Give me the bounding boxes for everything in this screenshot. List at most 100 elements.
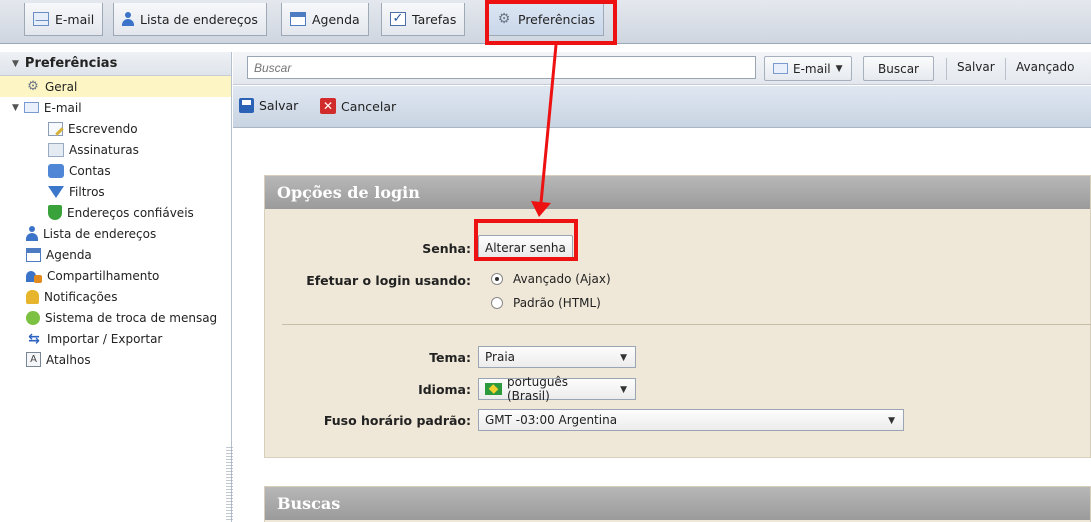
sidebar-item-mensagens[interactable]: Sistema de troca de mensag [0,307,231,328]
tab-label: Lista de endereços [140,11,258,27]
chevron-down-icon: ▼ [888,416,895,426]
sidebar-item-label: Agenda [46,247,92,262]
login-using-label: Efetuar o login usando: [306,273,471,288]
sidebar-item-label: Contas [69,163,111,178]
sidebar-item-label: Geral [45,79,78,94]
sidebar-item-label: Escrevendo [68,121,138,136]
toolbar-divider [1005,58,1006,80]
section-divider [282,324,1091,325]
radio-label: Padrão (HTML) [513,296,601,310]
calendar-icon [290,12,306,26]
sidebar-item-atalhos[interactable]: A Atalhos [0,349,231,370]
sidebar-item-escrevendo[interactable]: Escrevendo [0,118,231,139]
radio-advanced-ajax[interactable]: Avançado (Ajax) [491,272,611,286]
theme-select[interactable]: Praia ▼ [478,346,636,368]
collapse-triangle-icon[interactable]: ▼ [12,59,19,69]
person-icon [122,12,134,26]
sidebar-item-enderecos-confiaveis[interactable]: Endereços confiáveis [0,202,231,223]
sidebar-item-geral[interactable]: ⚙ Geral [0,76,231,97]
change-password-button[interactable]: Alterar senha [478,235,573,260]
tab-address-book[interactable]: Lista de endereços [113,3,267,36]
sidebar-item-label: Lista de endereços [43,226,157,241]
radio-label: Avançado (Ajax) [513,272,611,286]
shield-icon [48,205,62,220]
mail-icon [33,12,49,26]
login-options-section: Opções de login Senha: Alterar senha Efe… [264,175,1091,458]
chevron-down-icon: ▼ [620,385,627,395]
save-icon [239,98,254,113]
theme-value: Praia [485,350,515,364]
sidebar-item-lista-de-enderecos[interactable]: Lista de endereços [0,223,231,244]
sidebar-item-label: Endereços confiáveis [67,205,194,220]
app-window: E-mail Lista de endereços Agenda ✓ Taref… [0,0,1091,522]
save-search-link[interactable]: Salvar [957,60,995,74]
theme-label: Tema: [429,350,471,365]
preferences-sidebar: ▼ Preferências ⚙ Geral ▼ E-mail Escreven… [0,52,232,522]
gear-icon: ⚙ [497,11,511,27]
cancel-button[interactable]: ✕ Cancelar [320,98,396,114]
advanced-search-link[interactable]: Avançado [1016,60,1074,74]
cancel-icon: ✕ [320,98,336,114]
gear-icon: ⚙ [27,79,39,94]
chevron-down-icon: ▼ [620,353,627,363]
radio-button[interactable] [491,297,503,309]
search-button[interactable]: Buscar [863,56,934,81]
sidebar-header[interactable]: ▼ Preferências [0,52,231,76]
language-value: português (Brasil) [507,375,569,403]
tab-preferences[interactable]: ⚙ Preferências [487,3,604,36]
keyboard-icon: A [26,352,41,367]
sidebar-item-assinaturas[interactable]: Assinaturas [0,139,231,160]
search-scope-dropdown[interactable]: E-mail ▼ [764,56,852,81]
accounts-icon [48,163,64,178]
tab-label: E-mail [55,11,95,27]
search-button-label: Buscar [878,61,919,76]
tab-email[interactable]: E-mail [24,3,104,36]
sidebar-item-label: Filtros [69,184,105,199]
import-export-icon: ⇆ [28,330,40,347]
timezone-label: Fuso horário padrão: [323,413,471,428]
language-select[interactable]: português (Brasil) ▼ [478,375,636,403]
sidebar-item-importar-exportar[interactable]: ⇆ Importar / Exportar [0,328,231,349]
brazil-flag-icon [485,383,502,395]
sidebar-item-notificacoes[interactable]: Notificações [0,286,231,307]
preferences-content: Opções de login Senha: Alterar senha Efe… [233,129,1091,522]
sidebar-item-label: Compartilhamento [47,268,160,283]
change-password-label: Alterar senha [485,240,566,255]
timezone-select[interactable]: GMT -03:00 Argentina ▼ [478,409,904,431]
tab-calendar[interactable]: Agenda [281,3,369,36]
sidebar-item-email[interactable]: ▼ E-mail [0,97,231,118]
section-title: Buscas [265,487,1090,520]
timezone-value: GMT -03:00 Argentina [485,413,618,427]
sidebar-item-agenda[interactable]: Agenda [0,244,231,265]
compose-icon [48,121,63,136]
sidebar-title: Preferências [24,56,118,71]
chevron-down-icon: ▼ [835,63,843,74]
searches-section: Buscas [264,486,1091,522]
language-label: Idioma: [418,382,471,397]
radio-button[interactable] [491,273,503,285]
person-icon [26,226,38,241]
sidebar-item-label: Sistema de troca de mensag [45,310,218,325]
search-toolbar: E-mail ▼ Buscar Salvar Avançado [233,52,1091,85]
section-title: Opções de login [265,176,1090,209]
sidebar-item-filtros[interactable]: Filtros [0,181,231,202]
calendar-icon [26,247,41,262]
tab-tasks[interactable]: ✓ Tarefas [381,3,466,36]
sidebar-item-label: Assinaturas [69,142,139,157]
sidebar-item-label: Atalhos [46,352,91,367]
radio-standard-html[interactable]: Padrão (HTML) [491,296,601,310]
save-button[interactable]: Salvar [239,98,298,113]
sidebar-resize-handle[interactable] [226,447,233,522]
search-scope-label: E-mail [793,61,831,76]
expand-triangle-icon[interactable]: ▼ [12,103,19,113]
signature-icon [48,142,64,157]
password-label: Senha: [422,241,471,256]
toolbar-divider [946,58,947,80]
bell-icon [26,289,39,304]
filter-icon [48,185,64,198]
search-input[interactable] [247,56,756,79]
action-toolbar: Salvar ✕ Cancelar [233,86,1091,128]
sidebar-item-compartilhamento[interactable]: Compartilhamento [0,265,231,286]
app-tab-bar: E-mail Lista de endereços Agenda ✓ Taref… [0,0,1091,44]
sidebar-item-contas[interactable]: Contas [0,160,231,181]
